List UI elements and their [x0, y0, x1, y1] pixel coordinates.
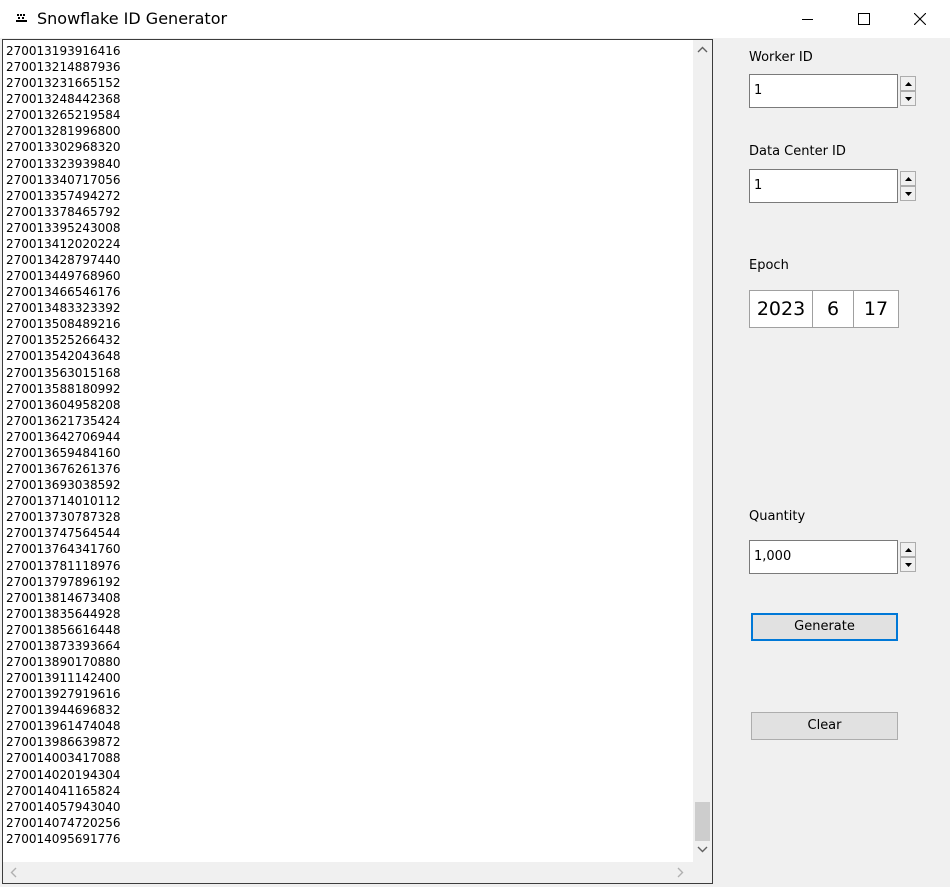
generated-id-item: 270013542043648 — [6, 349, 121, 364]
generated-id-item: 270013714010112 — [6, 494, 121, 509]
generated-id-item: 270014074720256 — [6, 815, 121, 830]
generated-id-item: 270014095691776 — [6, 831, 121, 846]
generated-id-item: 270013781118976 — [6, 558, 121, 573]
quantity-label: Quantity — [749, 509, 806, 524]
generated-id-item: 270013961474048 — [6, 719, 121, 734]
generated-id-item: 270013814673408 — [6, 590, 121, 605]
quantity-increment-button[interactable] — [900, 542, 916, 557]
maximize-button[interactable] — [836, 0, 892, 38]
scroll-left-icon[interactable] — [10, 867, 17, 878]
generated-id-item: 270013911142400 — [6, 671, 121, 686]
spin-down-icon — [904, 562, 912, 567]
worker-id-increment-button[interactable] — [900, 76, 916, 91]
scrollbar-thumb[interactable] — [695, 802, 710, 841]
generated-id-item: 270013483323392 — [6, 301, 121, 316]
clear-button[interactable]: Clear — [751, 712, 898, 740]
data-center-id-decrement-button[interactable] — [900, 186, 916, 201]
generated-id-item: 270013986639872 — [6, 735, 121, 750]
generated-id-item: 270013323939840 — [6, 156, 121, 171]
generated-id-item: 270014003417088 — [6, 751, 121, 766]
scroll-up-icon[interactable] — [697, 46, 708, 53]
generated-id-item: 270013428797440 — [6, 253, 121, 268]
generated-id-item: 270013890170880 — [6, 654, 121, 669]
generated-id-item: 270013604958208 — [6, 397, 121, 412]
generated-id-item: 270013281996800 — [6, 124, 121, 139]
spin-down-icon — [904, 191, 912, 196]
generated-id-item: 270013659484160 — [6, 445, 121, 460]
generated-id-item: 270013508489216 — [6, 317, 121, 332]
data-center-id-label: Data Center ID — [749, 144, 846, 159]
epoch-month-field[interactable]: 6 — [812, 290, 854, 328]
generated-id-item: 270013835644928 — [6, 606, 121, 621]
close-icon — [914, 13, 926, 25]
worker-id-label: Worker ID — [749, 50, 813, 65]
data-center-id-stepper[interactable]: 1 — [749, 169, 917, 203]
spin-up-icon — [904, 547, 912, 552]
generated-id-item: 270013214887936 — [6, 60, 121, 75]
generated-id-item: 270013248442368 — [6, 92, 121, 107]
epoch-day-field[interactable]: 17 — [853, 290, 899, 328]
generated-id-item: 270013449768960 — [6, 269, 121, 284]
generated-id-item: 270013873393664 — [6, 638, 121, 653]
generated-id-item: 270013642706944 — [6, 429, 121, 444]
minimize-icon — [802, 19, 813, 20]
snowflake-app-icon — [16, 13, 28, 23]
generated-id-item: 270013676261376 — [6, 462, 121, 477]
window-title: Snowflake ID Generator — [37, 9, 228, 28]
close-button[interactable] — [892, 0, 948, 38]
scroll-right-icon[interactable] — [677, 867, 684, 878]
title-bar: Snowflake ID Generator — [0, 0, 950, 38]
generated-id-item: 270013730787328 — [6, 510, 121, 525]
generate-button[interactable]: Generate — [751, 613, 898, 641]
spin-up-icon — [904, 176, 912, 181]
generated-id-item: 270013563015168 — [6, 365, 121, 380]
data-center-id-increment-button[interactable] — [900, 171, 916, 186]
generated-id-item: 270014041165824 — [6, 783, 121, 798]
generated-id-item: 270013357494272 — [6, 188, 121, 203]
epoch-label: Epoch — [749, 258, 789, 273]
generated-id-item: 270013525266432 — [6, 333, 121, 348]
generated-id-item: 270013265219584 — [6, 108, 121, 123]
generated-id-item: 270013856616448 — [6, 622, 121, 637]
generated-id-item: 270013621735424 — [6, 413, 121, 428]
generated-id-item: 270013944696832 — [6, 703, 121, 718]
epoch-year-field[interactable]: 2023 — [749, 290, 813, 328]
generated-id-item: 270013588180992 — [6, 381, 121, 396]
output-textbox[interactable]: 270013193916416 270013214887936 2700132316… — [2, 39, 713, 884]
worker-id-field[interactable]: 1 — [749, 74, 898, 108]
vertical-scrollbar[interactable] — [693, 40, 712, 862]
worker-id-stepper[interactable]: 1 — [749, 74, 917, 108]
generated-id-item: 270013747564544 — [6, 526, 121, 541]
generated-id-item: 270013466546176 — [6, 285, 121, 300]
data-center-id-field[interactable]: 1 — [749, 169, 898, 203]
horizontal-scrollbar[interactable] — [3, 862, 693, 883]
scroll-down-icon[interactable] — [697, 846, 708, 853]
spin-up-icon — [904, 81, 912, 86]
maximize-icon — [858, 13, 870, 25]
scrollbar-corner — [693, 862, 712, 883]
generated-id-item: 270013378465792 — [6, 204, 121, 219]
generated-id-item: 270013927919616 — [6, 687, 121, 702]
quantity-decrement-button[interactable] — [900, 557, 916, 572]
generated-id-item: 270013302968320 — [6, 140, 121, 155]
generated-id-item: 270013693038592 — [6, 478, 121, 493]
generated-id-item: 270013412020224 — [6, 236, 121, 251]
generated-id-item: 270013231665152 — [6, 76, 121, 91]
generated-id-item: 270013764341760 — [6, 542, 121, 557]
spin-down-icon — [904, 96, 912, 101]
quantity-stepper[interactable]: 1,000 — [749, 540, 917, 574]
generated-id-item: 270014020194304 — [6, 767, 121, 782]
generated-id-item: 270013395243008 — [6, 220, 121, 235]
worker-id-decrement-button[interactable] — [900, 91, 916, 106]
generated-id-item: 270013193916416 — [6, 44, 121, 58]
quantity-field[interactable]: 1,000 — [749, 540, 898, 574]
minimize-button[interactable] — [780, 0, 836, 38]
generated-id-item: 270013340717056 — [6, 172, 121, 187]
generated-id-list: 270013193916416 270013214887936 2700132316… — [6, 43, 121, 847]
generated-id-item: 270013797896192 — [6, 574, 121, 589]
generated-id-item: 270014057943040 — [6, 799, 121, 814]
